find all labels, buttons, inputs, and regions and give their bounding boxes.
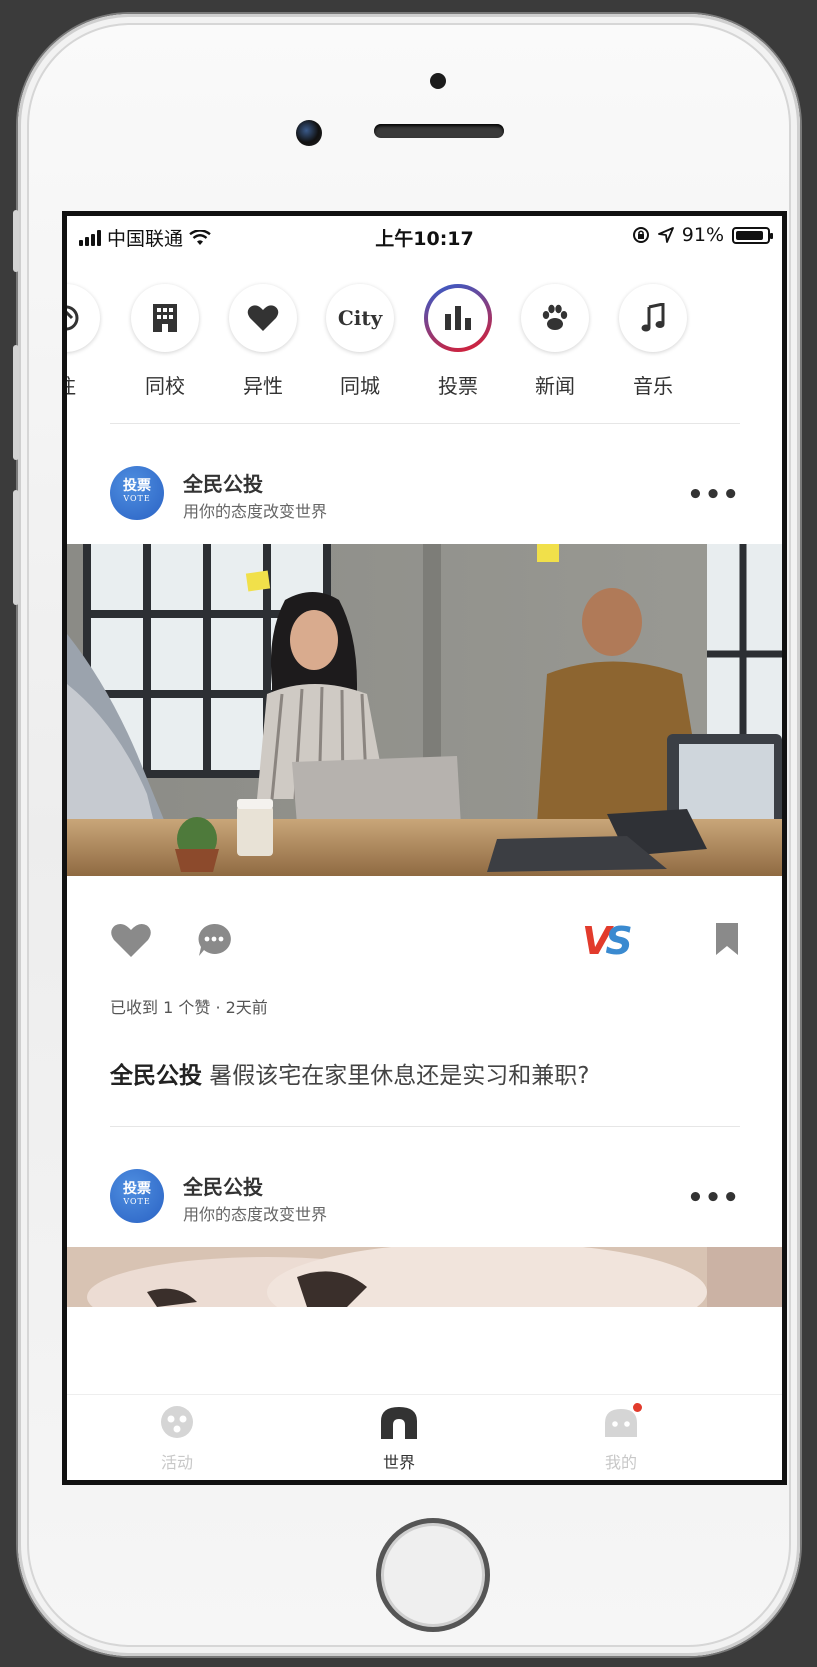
caption-author[interactable]: 全民公投 <box>110 1063 202 1089</box>
battery-percent: 91% <box>681 224 724 246</box>
post-author[interactable]: 全民公投 <box>183 1171 263 1200</box>
category-item-follow[interactable]: 注 <box>67 284 116 399</box>
home-button[interactable] <box>376 1518 490 1632</box>
city-icon: City <box>326 284 394 352</box>
world-icon <box>381 1407 417 1439</box>
category-label: 同城 <box>340 374 380 398</box>
tab-world[interactable]: 世界 <box>339 1405 459 1473</box>
category-item-same-city[interactable]: City 同城 <box>310 284 410 399</box>
category-label: 新闻 <box>535 374 575 398</box>
paw-icon <box>521 284 589 352</box>
caption-text: 暑假该宅在家里休息还是实习和兼职? <box>202 1063 590 1089</box>
comment-bubble-icon[interactable] <box>196 922 232 958</box>
bar-chart-icon <box>424 284 492 352</box>
heart-icon <box>229 284 297 352</box>
category-label: 异性 <box>243 374 283 398</box>
category-item-music[interactable]: 音乐 <box>603 284 703 399</box>
volume-up-button <box>13 345 19 460</box>
more-options-icon[interactable]: ••• <box>687 1183 740 1213</box>
activity-icon <box>161 1406 193 1438</box>
avatar[interactable]: 投票 VOTE <box>110 1169 164 1223</box>
divider <box>110 1126 740 1127</box>
office-meeting-photo <box>67 544 782 876</box>
status-bar: 中国联通 上午10:17 91% <box>67 216 782 256</box>
likes-summary: 已收到 1 个赞 · 2天前 <box>110 998 268 1017</box>
more-options-icon[interactable]: ••• <box>687 480 740 510</box>
post-subtitle: 用你的态度改变世界 <box>183 502 328 521</box>
post-image[interactable] <box>67 544 782 876</box>
tab-label: 我的 <box>604 1453 637 1472</box>
battery-icon <box>732 226 773 244</box>
post-caption: 全民公投 暑假该宅在家里休息还是实习和兼职? <box>110 1056 590 1090</box>
app-screen: 中国联通 上午10:17 91% 注 <box>62 211 787 1485</box>
tab-activity[interactable]: 活动 <box>117 1405 237 1473</box>
rotation-lock-icon <box>632 227 649 243</box>
post-header[interactable]: 投票 VOTE 全民公投 用你的态度改变世界 ••• <box>110 1169 740 1229</box>
vs-icon[interactable]: VS <box>582 919 633 963</box>
category-label: 音乐 <box>633 374 673 398</box>
post-image[interactable] <box>67 1247 782 1307</box>
post-header[interactable]: 投票 VOTE 全民公投 用你的态度改变世界 ••• <box>110 466 740 526</box>
category-label: 注 <box>67 370 116 399</box>
music-note-icon <box>619 284 687 352</box>
building-icon <box>131 284 199 352</box>
cat-photo <box>67 1247 782 1307</box>
location-arrow-icon <box>657 227 674 243</box>
category-item-opposite-sex[interactable]: 异性 <box>213 284 313 399</box>
post-author[interactable]: 全民公投 <box>183 468 263 497</box>
sticker-icon <box>67 284 100 352</box>
tab-label: 活动 <box>160 1453 193 1472</box>
bottom-tab-bar: 活动 世界 我的 <box>67 1394 782 1480</box>
bookmark-icon[interactable] <box>714 921 740 957</box>
category-item-school[interactable]: 同校 <box>115 284 215 399</box>
volume-down-button <box>13 490 19 605</box>
front-camera <box>296 120 322 146</box>
notification-badge <box>633 1403 642 1412</box>
mute-switch <box>13 210 19 272</box>
tab-label: 世界 <box>382 1453 415 1472</box>
like-heart-icon[interactable] <box>110 922 152 958</box>
category-item-vote[interactable]: 投票 <box>408 284 508 399</box>
post-subtitle: 用你的态度改变世界 <box>183 1205 328 1224</box>
tab-mine[interactable]: 我的 <box>561 1403 681 1473</box>
post-actions: VS <box>110 919 740 969</box>
category-item-news[interactable]: 新闻 <box>505 284 605 399</box>
avatar[interactable]: 投票 VOTE <box>110 466 164 520</box>
category-label: 同校 <box>145 374 185 398</box>
divider <box>110 423 740 424</box>
sensor-dot <box>430 73 446 89</box>
category-label: 投票 <box>438 374 478 398</box>
category-row: 注 同校 异性 City 同城 投票 <box>67 284 782 404</box>
earpiece-speaker <box>374 124 504 138</box>
